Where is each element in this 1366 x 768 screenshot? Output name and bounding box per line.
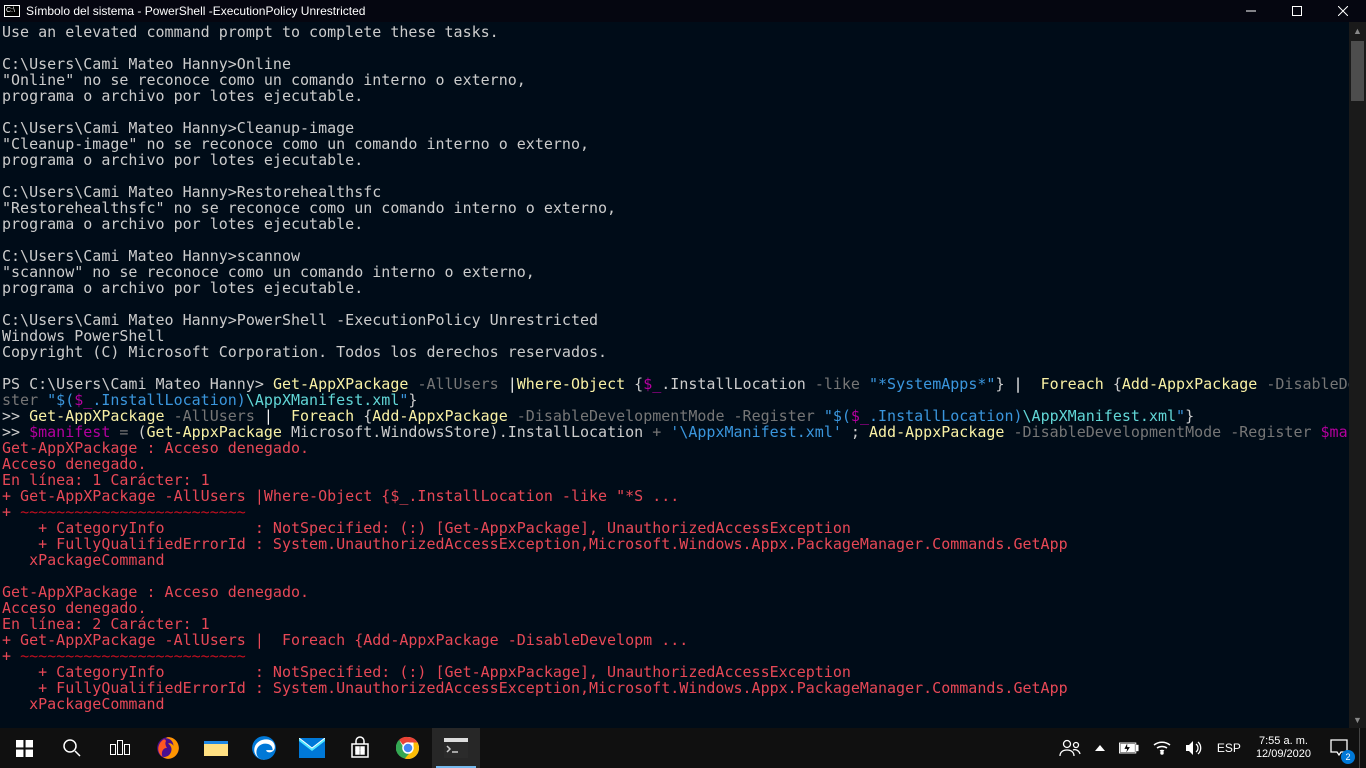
console-line: "Restorehealthsfc" no se reconoce como u… <box>2 200 1349 216</box>
firefox-taskbar-icon[interactable] <box>144 728 192 768</box>
terminal-taskbar-icon[interactable] <box>432 728 480 768</box>
console-line: xPackageCommand <box>2 552 1349 568</box>
console-body[interactable]: Use an elevated command prompt to comple… <box>0 22 1366 728</box>
console-line: + CategoryInfo : NotSpecified: (:) [Get-… <box>2 520 1349 536</box>
people-tray-icon[interactable] <box>1052 728 1088 768</box>
cmd-icon: C:\ <box>4 5 20 17</box>
task-view-button[interactable] <box>96 728 144 768</box>
console-line: C:\Users\Cami Mateo Hanny>Online <box>2 56 1349 72</box>
console-line <box>2 232 1349 248</box>
action-center-button[interactable]: 2 <box>1319 728 1359 768</box>
chrome-taskbar-icon[interactable] <box>384 728 432 768</box>
scroll-up-arrow[interactable]: ▲ <box>1349 22 1366 39</box>
titlebar[interactable]: C:\ Símbolo del sistema - PowerShell -Ex… <box>0 0 1366 22</box>
window-controls <box>1228 0 1366 22</box>
console-line: Use an elevated command prompt to comple… <box>2 24 1349 40</box>
scroll-track[interactable] <box>1349 39 1366 711</box>
console-line: programa o archivo por lotes ejecutable. <box>2 216 1349 232</box>
file-explorer-taskbar-icon[interactable] <box>192 728 240 768</box>
console-line: programa o archivo por lotes ejecutable. <box>2 152 1349 168</box>
scroll-thumb[interactable] <box>1351 41 1364 101</box>
console-output[interactable]: Use an elevated command prompt to comple… <box>0 22 1349 728</box>
console-line: + Get-AppXPackage -AllUsers |Where-Objec… <box>2 488 1349 504</box>
console-line: "Online" no se reconoce como un comando … <box>2 72 1349 88</box>
window-title: Símbolo del sistema - PowerShell -Execut… <box>26 4 365 18</box>
console-line: C:\Users\Cami Mateo Hanny>Cleanup-image <box>2 120 1349 136</box>
console-line: C:\Users\Cami Mateo Hanny>PowerShell -Ex… <box>2 312 1349 328</box>
clock[interactable]: 7:55 a. m. 12/09/2020 <box>1248 728 1319 768</box>
taskbar: ESP 7:55 a. m. 12/09/2020 2 <box>0 728 1366 768</box>
scroll-down-arrow[interactable]: ▼ <box>1349 711 1366 728</box>
console-line <box>2 168 1349 184</box>
taskbar-right: ESP 7:55 a. m. 12/09/2020 2 <box>1052 728 1366 768</box>
console-line: >> $manifest = (Get-AppxPackage Microsof… <box>2 424 1349 440</box>
console-line <box>2 568 1349 584</box>
titlebar-left: C:\ Símbolo del sistema - PowerShell -Ex… <box>0 4 365 18</box>
start-button[interactable] <box>0 728 48 768</box>
console-line: ster "$($_.InstallLocation)\AppXManifest… <box>2 392 1349 408</box>
mail-taskbar-icon[interactable] <box>288 728 336 768</box>
minimize-button[interactable] <box>1228 0 1274 22</box>
console-line <box>2 296 1349 312</box>
console-line: programa o archivo por lotes ejecutable. <box>2 88 1349 104</box>
volume-tray-icon[interactable] <box>1178 728 1210 768</box>
console-line: + CategoryInfo : NotSpecified: (:) [Get-… <box>2 664 1349 680</box>
console-line: PS C:\Users\Cami Mateo Hanny> Get-AppXPa… <box>2 376 1349 392</box>
console-line: + FullyQualifiedErrorId : System.Unautho… <box>2 680 1349 696</box>
notification-badge: 2 <box>1341 750 1355 764</box>
console-line: Copyright (C) Microsoft Corporation. Tod… <box>2 344 1349 360</box>
powershell-window: C:\ Símbolo del sistema - PowerShell -Ex… <box>0 0 1366 728</box>
console-line: + Get-AppXPackage -AllUsers | Foreach {A… <box>2 632 1349 648</box>
console-line: Acceso denegado. <box>2 456 1349 472</box>
show-hidden-icons[interactable] <box>1088 728 1112 768</box>
console-line: "scannow" no se reconoce como un comando… <box>2 264 1349 280</box>
console-line: + ~~~~~~~~~~~~~~~~~~~~~~~~~ <box>2 504 1349 520</box>
close-button[interactable] <box>1320 0 1366 22</box>
taskbar-left <box>0 728 480 768</box>
console-line: C:\Users\Cami Mateo Hanny>Restorehealths… <box>2 184 1349 200</box>
console-line: + ~~~~~~~~~~~~~~~~~~~~~~~~~ <box>2 648 1349 664</box>
console-line: Windows PowerShell <box>2 328 1349 344</box>
wifi-tray-icon[interactable] <box>1146 728 1178 768</box>
console-line <box>2 360 1349 376</box>
maximize-button[interactable] <box>1274 0 1320 22</box>
show-desktop-button[interactable] <box>1359 728 1366 768</box>
console-line: >> Get-AppXPackage -AllUsers | Foreach {… <box>2 408 1349 424</box>
console-line: En línea: 1 Carácter: 1 <box>2 472 1349 488</box>
console-line: "Cleanup-image" no se reconoce como un c… <box>2 136 1349 152</box>
search-button[interactable] <box>48 728 96 768</box>
console-line: Get-AppXPackage : Acceso denegado. <box>2 440 1349 456</box>
console-line: En línea: 2 Carácter: 1 <box>2 616 1349 632</box>
vertical-scrollbar[interactable]: ▲ ▼ <box>1349 22 1366 728</box>
clock-date: 12/09/2020 <box>1256 748 1311 761</box>
store-taskbar-icon[interactable] <box>336 728 384 768</box>
console-line <box>2 40 1349 56</box>
console-line: programa o archivo por lotes ejecutable. <box>2 280 1349 296</box>
console-line: C:\Users\Cami Mateo Hanny>scannow <box>2 248 1349 264</box>
console-line: + FullyQualifiedErrorId : System.Unautho… <box>2 536 1349 552</box>
edge-taskbar-icon[interactable] <box>240 728 288 768</box>
power-tray-icon[interactable] <box>1112 728 1146 768</box>
console-line <box>2 104 1349 120</box>
console-line: xPackageCommand <box>2 696 1349 712</box>
language-indicator[interactable]: ESP <box>1210 728 1248 768</box>
console-line: Get-AppXPackage : Acceso denegado. <box>2 584 1349 600</box>
clock-time: 7:55 a. m. <box>1259 735 1308 748</box>
console-line: Acceso denegado. <box>2 600 1349 616</box>
